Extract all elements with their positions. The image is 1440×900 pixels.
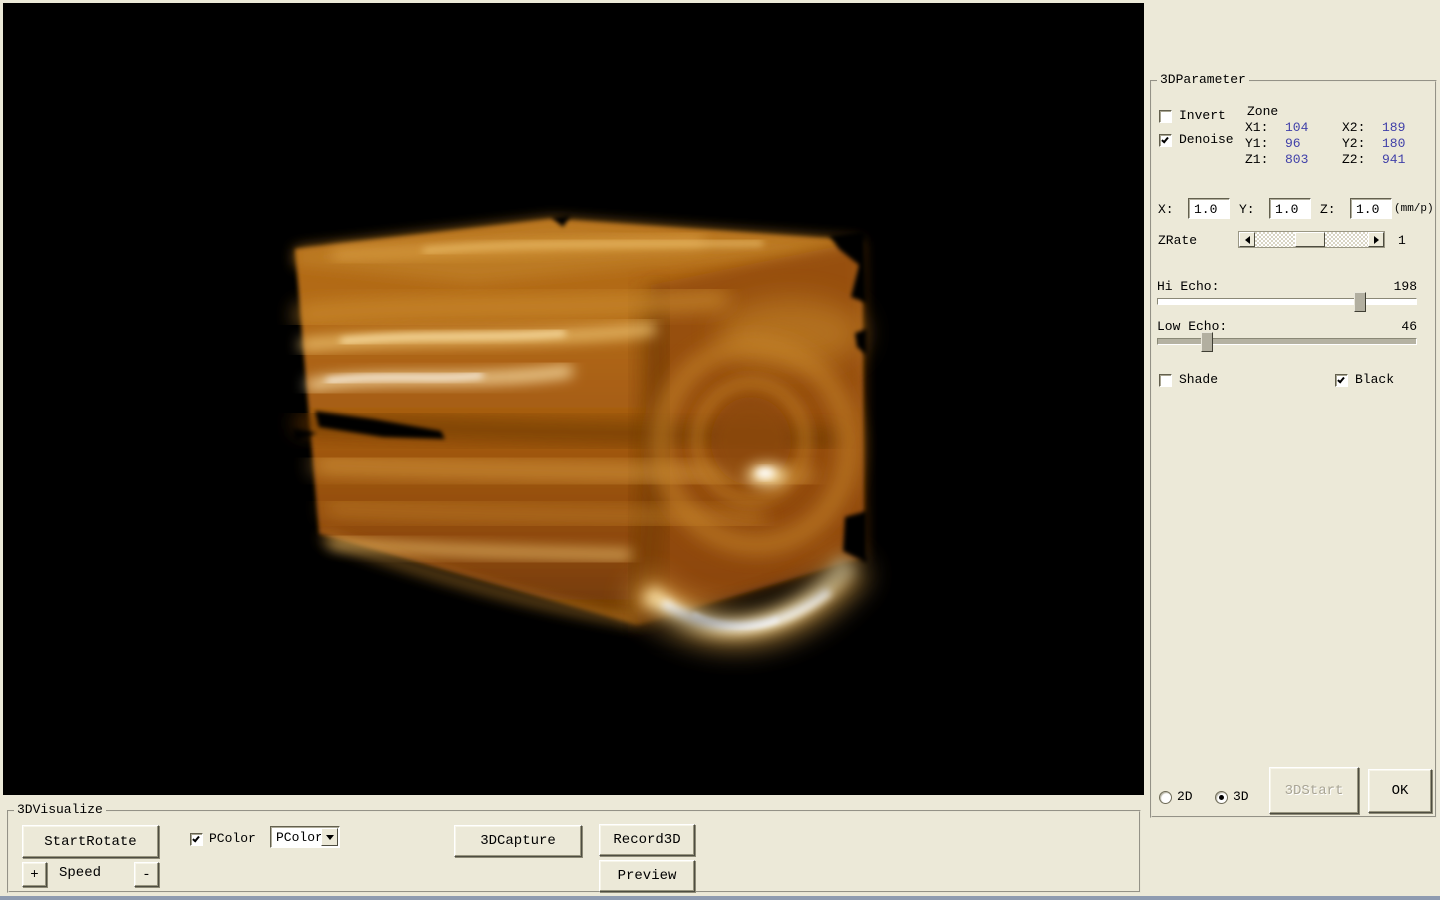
zrate-label: ZRate [1158, 234, 1197, 248]
zone-x1-label: X1: [1245, 121, 1268, 135]
invert-checkbox[interactable] [1159, 110, 1172, 123]
zone-z1-value: 803 [1285, 153, 1308, 167]
scale-x-input[interactable] [1188, 198, 1230, 219]
low-echo-slider-track[interactable] [1157, 338, 1417, 345]
hi-echo-label: Hi Echo: [1157, 280, 1219, 294]
check-icon [192, 835, 200, 843]
zrate-scrollbar-thumb[interactable] [1295, 232, 1325, 247]
ok-button[interactable]: OK [1368, 769, 1432, 813]
hi-echo-slider-thumb[interactable] [1354, 292, 1366, 312]
hi-echo-value: 198 [1372, 280, 1417, 294]
pcolor-dropdown-value: PColor [276, 830, 323, 845]
zrate-scrollbar[interactable] [1238, 231, 1385, 248]
scale-unit-label: (mm/p) [1394, 202, 1434, 216]
black-checkbox[interactable] [1335, 374, 1348, 387]
check-icon [1337, 376, 1345, 384]
zone-y2-value: 180 [1382, 137, 1405, 151]
zone-y2-label: Y2: [1342, 137, 1365, 151]
chevron-down-icon [326, 835, 334, 844]
speed-minus-button[interactable]: - [134, 862, 159, 887]
arrow-right-icon [1374, 236, 1383, 244]
zone-x2-value: 189 [1382, 121, 1405, 135]
3dstart-button[interactable]: 3DStart [1269, 767, 1359, 814]
radio-dot-icon [1219, 795, 1224, 800]
pcolor-dropdown-button[interactable] [321, 828, 338, 846]
zone-z2-label: Z2: [1342, 153, 1365, 167]
scale-z-label: Z: [1320, 203, 1336, 217]
mode-2d-radio[interactable] [1159, 791, 1172, 804]
3dcapture-button[interactable]: 3DCapture [454, 825, 582, 857]
zrate-value: 1 [1398, 234, 1406, 248]
zone-x2-label: X2: [1342, 121, 1365, 135]
low-echo-label: Low Echo: [1157, 320, 1227, 334]
speed-label: Speed [59, 866, 101, 880]
black-label: Black [1355, 373, 1394, 387]
denoise-label: Denoise [1179, 133, 1234, 147]
low-echo-value: 46 [1372, 320, 1417, 334]
shade-label: Shade [1179, 373, 1218, 387]
check-icon [1161, 136, 1169, 144]
arrow-left-icon [1241, 236, 1250, 244]
speed-plus-button[interactable]: + [22, 862, 47, 887]
scale-z-input[interactable] [1350, 198, 1392, 219]
app-window: 3DParameter Invert Denoise Zone X1: 104 … [0, 0, 1440, 900]
scale-x-label: X: [1158, 203, 1174, 217]
scale-y-label: Y: [1239, 203, 1255, 217]
scale-y-input[interactable] [1269, 198, 1311, 219]
denoise-checkbox[interactable] [1159, 134, 1172, 147]
visualize-groupbox: 3DVisualize StartRotate PColor PColor 3D… [7, 810, 1141, 893]
zone-z2-value: 941 [1382, 153, 1405, 167]
preview-button[interactable]: Preview [599, 860, 695, 892]
pcolor-checkbox[interactable] [190, 833, 203, 846]
zrate-scroll-right-button[interactable] [1368, 232, 1384, 247]
zone-label: Zone [1247, 105, 1278, 119]
zone-y1-label: Y1: [1245, 137, 1268, 151]
mode-2d-label: 2D [1177, 790, 1193, 804]
invert-label: Invert [1179, 109, 1226, 123]
visualize-group-title: 3DVisualize [14, 803, 106, 817]
hi-echo-slider-track[interactable] [1157, 298, 1417, 305]
zone-x1-value: 104 [1285, 121, 1308, 135]
shade-checkbox[interactable] [1159, 374, 1172, 387]
pcolor-dropdown[interactable]: PColor [270, 826, 340, 848]
zone-y1-value: 96 [1285, 137, 1301, 151]
record3d-button[interactable]: Record3D [599, 824, 695, 856]
window-bottom-border [0, 896, 1440, 900]
parameter-group-title: 3DParameter [1157, 73, 1249, 87]
parameter-groupbox: 3DParameter Invert Denoise Zone X1: 104 … [1150, 80, 1437, 818]
3d-viewport[interactable] [3, 3, 1144, 795]
zrate-scroll-left-button[interactable] [1239, 232, 1255, 247]
low-echo-slider-thumb[interactable] [1201, 332, 1213, 352]
zone-z1-label: Z1: [1245, 153, 1268, 167]
start-rotate-button[interactable]: StartRotate [22, 825, 159, 858]
mode-3d-radio[interactable] [1215, 791, 1228, 804]
pcolor-checkbox-label: PColor [209, 832, 256, 846]
mode-3d-label: 3D [1233, 790, 1249, 804]
ultrasound-volume-render [3, 3, 1144, 795]
